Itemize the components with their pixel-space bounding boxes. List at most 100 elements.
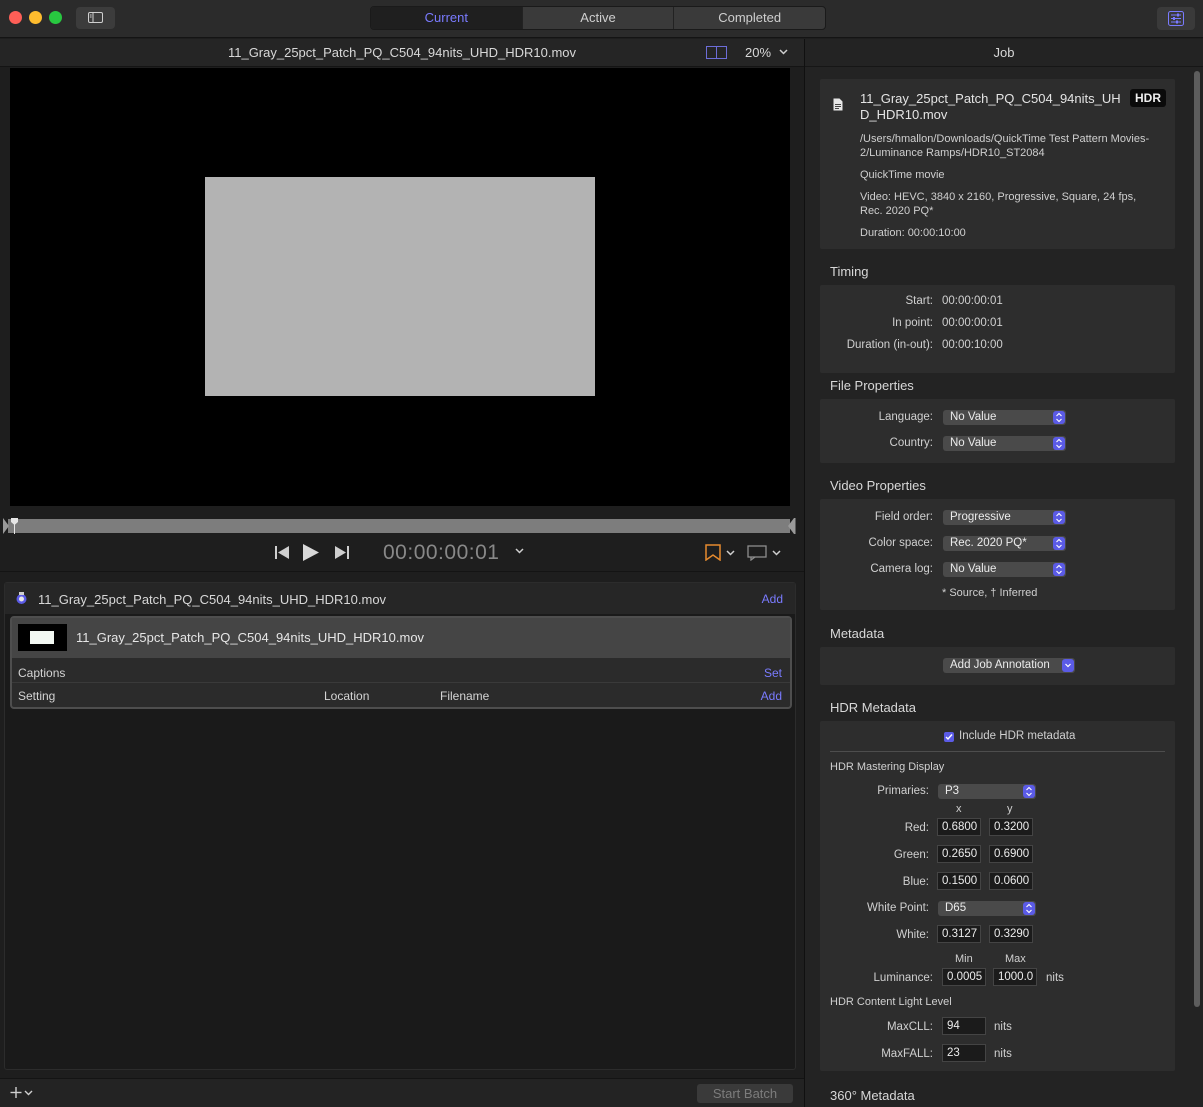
timing-title: Timing: [830, 264, 869, 279]
add-output-button[interactable]: Add: [762, 592, 783, 606]
color-space-value: Rec. 2020 PQ*: [950, 537, 1027, 549]
start-batch-button[interactable]: Start Batch: [697, 1084, 793, 1103]
red-y-field[interactable]: 0.3200: [989, 818, 1033, 836]
green-y-field[interactable]: 0.6900: [989, 845, 1033, 863]
bottom-bar: Start Batch: [0, 1078, 804, 1107]
camera-log-popup[interactable]: No Value: [943, 562, 1066, 577]
chevron-down-icon[interactable]: [515, 548, 524, 554]
zoom-window-button[interactable]: [49, 11, 62, 24]
white-point-label: White Point:: [867, 902, 929, 914]
luminance-label: Luminance:: [873, 972, 933, 984]
white-point-value: D65: [945, 902, 967, 914]
field-order-label: Field order:: [874, 511, 933, 523]
viewer-header: 11_Gray_25pct_Patch_PQ_C504_94nits_UHD_H…: [0, 39, 804, 67]
blue-x-field[interactable]: 0.1500: [937, 872, 981, 890]
updown-arrows-icon: [1056, 438, 1062, 449]
separator: [830, 751, 1165, 752]
source-header[interactable]: 11_Gray_25pct_Patch_PQ_C504_94nits_UHD_H…: [5, 583, 795, 614]
metadata-title: Metadata: [830, 626, 885, 641]
captions-row: Captions Set: [12, 661, 790, 683]
job-row[interactable]: 11_Gray_25pct_Patch_PQ_C504_94nits_UHD_H…: [12, 618, 790, 658]
color-space-popup[interactable]: Rec. 2020 PQ*: [943, 536, 1066, 551]
add-job-annotation-label: Add Job Annotation: [950, 659, 1050, 671]
y-column-label: y: [1007, 803, 1013, 815]
timeline-scrubber[interactable]: [8, 519, 790, 533]
job-inspector: Job 11_Gray_25pct_Patch_PQ_C504_94nits_U…: [805, 39, 1203, 1107]
start-value: 00:00:00:01: [942, 295, 1003, 307]
maxcll-field[interactable]: 94: [942, 1017, 986, 1035]
green-x-field[interactable]: 0.2650: [937, 845, 981, 863]
toggle-inspector-button[interactable]: [1157, 7, 1195, 30]
camera-log-label: Camera log:: [870, 563, 933, 575]
play-icon[interactable]: [302, 543, 320, 562]
maxcll-label: MaxCLL:: [886, 1021, 933, 1033]
chevron-down-icon: [779, 49, 788, 55]
sliders-icon: [1168, 11, 1184, 26]
job-thumbnail: [18, 624, 67, 651]
checkmark-icon: [945, 734, 953, 741]
include-hdr-checkbox[interactable]: [944, 732, 954, 742]
in-point-marker-icon[interactable]: [3, 518, 9, 534]
updown-arrows-icon: [1026, 786, 1032, 797]
column-location: Location: [324, 689, 370, 703]
include-hdr-label[interactable]: Include HDR metadata: [959, 730, 1075, 742]
white-x-field[interactable]: 0.3127: [937, 925, 981, 943]
file-path: /Users/hmallon/Downloads/QuickTime Test …: [860, 133, 1150, 159]
x-column-label: x: [956, 803, 962, 815]
video-frame: [205, 177, 595, 396]
luminance-units: nits: [1046, 972, 1064, 984]
country-popup[interactable]: No Value: [943, 436, 1066, 451]
add-job-annotation-popup[interactable]: Add Job Annotation: [943, 658, 1075, 673]
go-to-end-icon[interactable]: [334, 545, 350, 560]
field-order-popup[interactable]: Progressive: [943, 510, 1066, 525]
video-properties-title: Video Properties: [830, 478, 926, 493]
metadata-box: Add Job Annotation: [820, 647, 1175, 685]
inspector-scrollbar[interactable]: [1194, 71, 1200, 1007]
split-view-icon[interactable]: [706, 46, 727, 59]
video-info: Video: HEVC, 3840 x 2160, Progressive, S…: [860, 191, 1137, 217]
tab-completed[interactable]: Completed: [674, 7, 825, 29]
job-name: 11_Gray_25pct_Patch_PQ_C504_94nits_UHD_H…: [76, 630, 425, 645]
luminance-min-field[interactable]: 0.0005: [942, 968, 986, 986]
white-point-popup[interactable]: D65: [938, 901, 1036, 916]
source-file-icon: [16, 592, 27, 604]
toggle-sidebar-button[interactable]: [76, 7, 115, 29]
caption-button[interactable]: [747, 545, 781, 564]
tab-current[interactable]: Current: [371, 7, 523, 29]
white-label: White:: [896, 929, 929, 941]
timing-box: Start: 00:00:00:01 In point: 00:00:00:01…: [820, 285, 1175, 373]
luminance-max-field[interactable]: 1000.0: [993, 968, 1037, 986]
primaries-label: Primaries:: [877, 785, 929, 797]
tab-active[interactable]: Active: [523, 7, 675, 29]
out-point-marker-icon[interactable]: [788, 518, 796, 534]
language-popup[interactable]: No Value: [943, 410, 1066, 425]
playhead-icon[interactable]: [11, 518, 18, 534]
minimize-window-button[interactable]: [29, 11, 42, 24]
video-viewer: [10, 68, 790, 506]
maxfall-label: MaxFALL:: [881, 1048, 933, 1060]
zoom-popup[interactable]: 20%: [745, 45, 788, 60]
red-x-field[interactable]: 0.6800: [937, 818, 981, 836]
maxfall-field[interactable]: 23: [942, 1044, 986, 1062]
blue-y-field[interactable]: 0.0600: [989, 872, 1033, 890]
set-captions-button[interactable]: Set: [764, 666, 782, 680]
hdr-metadata-box: Include HDR metadata HDR Mastering Displ…: [820, 721, 1175, 1071]
white-y-field[interactable]: 0.3290: [989, 925, 1033, 943]
close-window-button[interactable]: [9, 11, 22, 24]
marker-button[interactable]: [705, 544, 737, 564]
plus-menu-icon[interactable]: [10, 1086, 34, 1099]
bookmark-icon: [705, 544, 735, 562]
sidebar-icon: [88, 12, 103, 23]
chevron-down-icon: [1065, 663, 1071, 668]
in-point-label: In point:: [892, 317, 933, 329]
go-to-start-icon[interactable]: [274, 545, 290, 560]
job-card[interactable]: 11_Gray_25pct_Patch_PQ_C504_94nits_UHD_H…: [10, 616, 792, 709]
timecode-display[interactable]: 00:00:00:01: [383, 541, 499, 565]
hdr-metadata-title: HDR Metadata: [830, 700, 916, 715]
title-bar: Current Active Completed: [0, 0, 1203, 38]
add-setting-button[interactable]: Add: [761, 689, 782, 703]
file-info-box: 11_Gray_25pct_Patch_PQ_C504_94nits_UHD_H…: [820, 79, 1175, 249]
primaries-popup[interactable]: P3: [938, 784, 1036, 799]
viewer-title: 11_Gray_25pct_Patch_PQ_C504_94nits_UHD_H…: [227, 45, 577, 60]
source-name: 11_Gray_25pct_Patch_PQ_C504_94nits_UHD_H…: [38, 592, 387, 607]
